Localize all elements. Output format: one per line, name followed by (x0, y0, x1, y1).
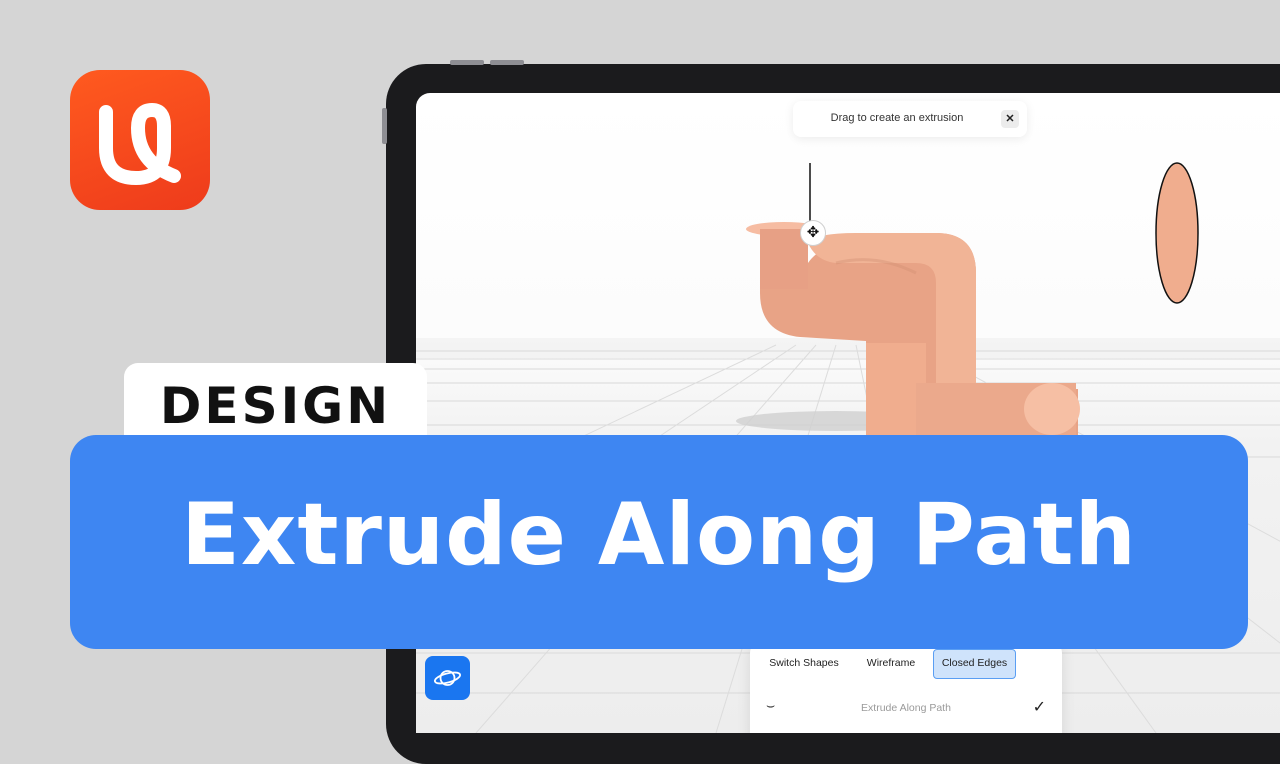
title-banner: Extrude Along Path (70, 435, 1248, 649)
instruction-toast: Drag to create an extrusion ✕ (793, 101, 1027, 137)
checkmark-icon: ✓ (1032, 699, 1046, 716)
planet-icon (433, 670, 462, 686)
category-label: DESIGN (159, 377, 392, 435)
close-icon[interactable]: ✕ (1001, 110, 1019, 128)
app-logo-icon (70, 70, 210, 210)
closed-edges-button[interactable]: Closed Edges (933, 649, 1016, 679)
extruded-shape[interactable] (746, 222, 1080, 443)
banner-title: Extrude Along Path (181, 485, 1137, 585)
tablet-volume-button (450, 60, 484, 65)
logo-glyph-icon (99, 103, 181, 185)
planet-view-button[interactable] (425, 656, 470, 700)
extrude-options-panel: Switch Shapes Wireframe Closed Edges ⌣ E… (750, 641, 1062, 733)
move-handle-icon[interactable]: ✥ (800, 220, 826, 246)
extrude-along-path-option[interactable]: Extrude Along Path (750, 702, 1062, 714)
toast-message: Drag to create an extrusion (830, 112, 964, 124)
wireframe-button[interactable]: Wireframe (854, 649, 928, 677)
profile-shape[interactable] (1155, 162, 1199, 304)
tablet-side-button (382, 108, 387, 144)
tablet-power-button (490, 60, 524, 65)
switch-shapes-button[interactable]: Switch Shapes (760, 649, 848, 677)
